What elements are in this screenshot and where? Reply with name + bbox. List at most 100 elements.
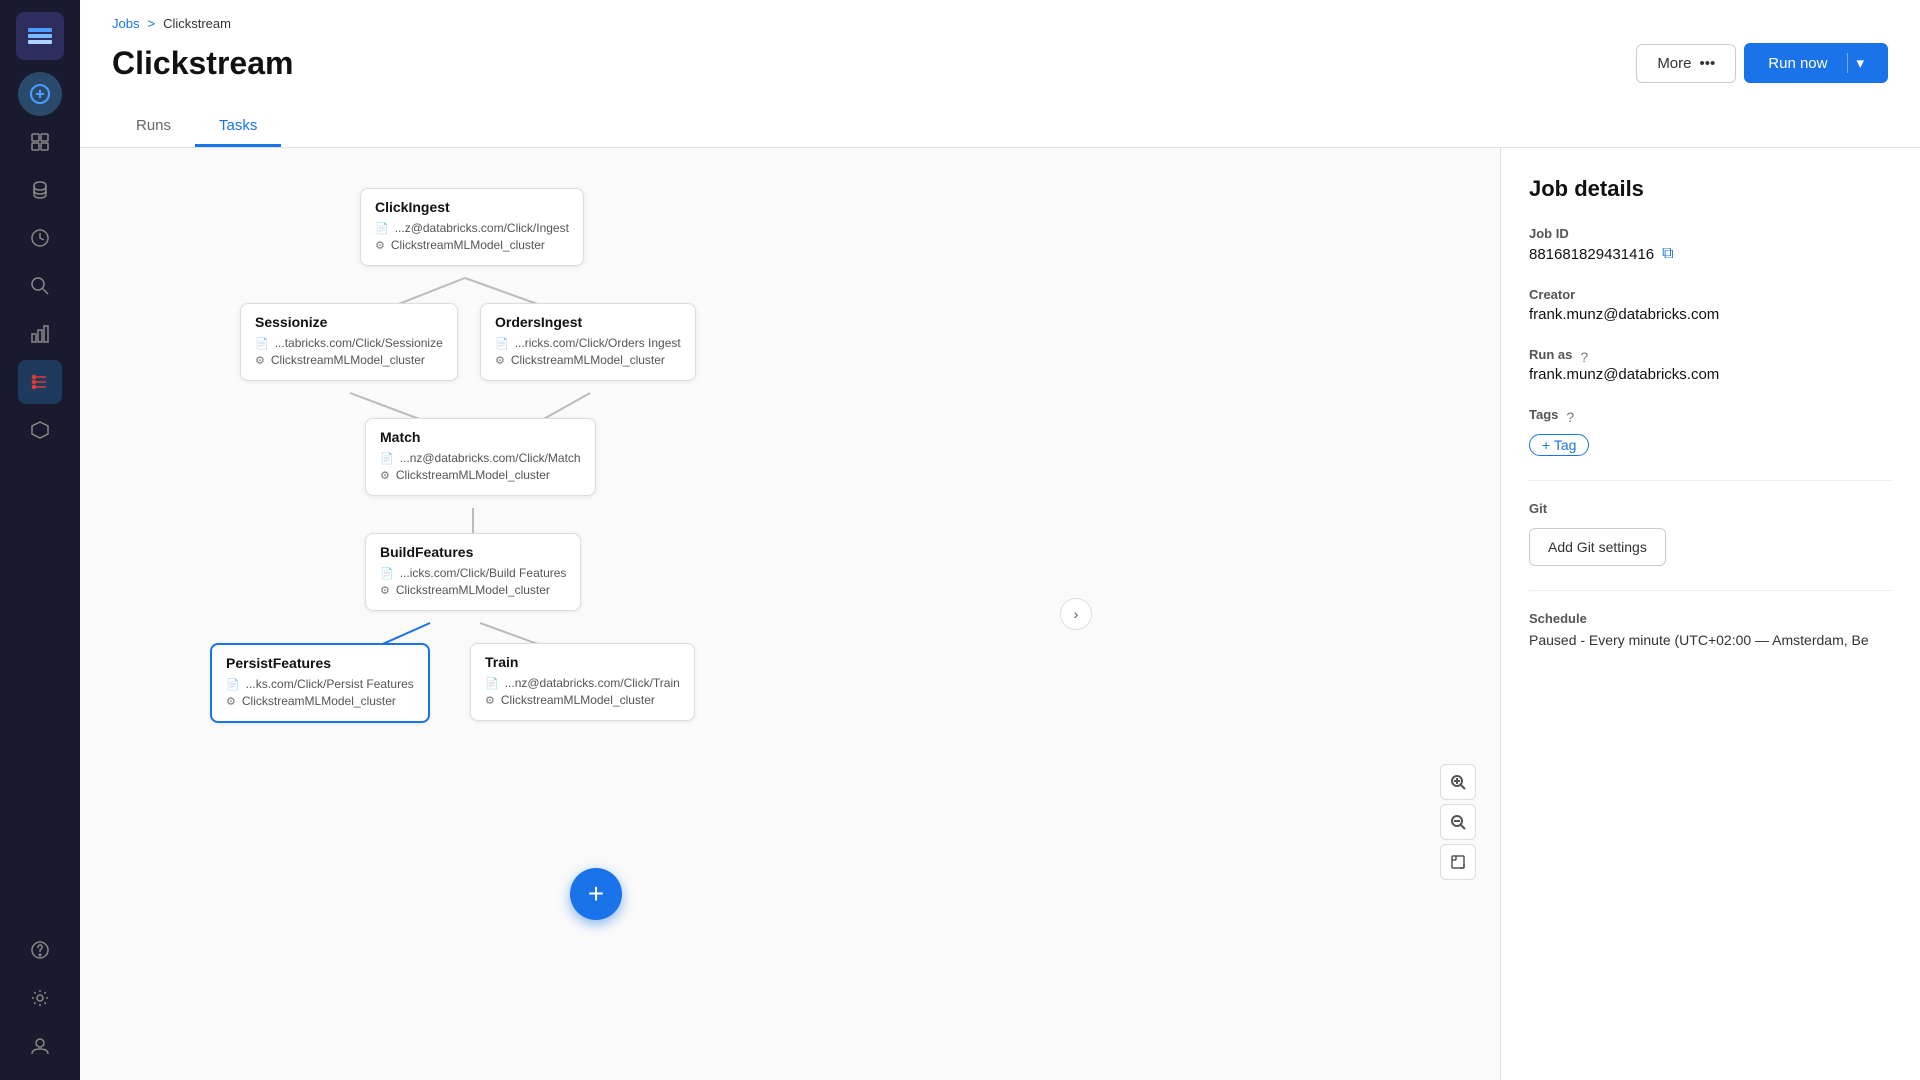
creator-value: frank.munz@databricks.com — [1529, 306, 1892, 323]
sidebar-item-compute[interactable] — [18, 408, 62, 452]
add-tag-button[interactable]: + Tag — [1529, 434, 1589, 456]
header: Jobs > Clickstream Clickstream More ••• … — [80, 0, 1920, 148]
sidebar: ▾ — [0, 0, 80, 1080]
task-notebook-match: 📄 ...nz@databricks.com/Click/Match — [380, 451, 581, 465]
sidebar-item-workflows[interactable] — [18, 360, 62, 404]
tab-tasks[interactable]: Tasks — [195, 107, 281, 147]
run-now-divider — [1847, 53, 1848, 73]
task-node-ordersingest[interactable]: OrdersIngest 📄 ...ricks.com/Click/Orders… — [480, 303, 696, 381]
sidebar-item-help[interactable] — [18, 928, 62, 972]
cluster-icon-5: ⚙ — [380, 584, 390, 597]
task-node-clickingest[interactable]: ClickIngest 📄 ...z@databricks.com/Click/… — [360, 188, 584, 266]
add-git-settings-button[interactable]: Add Git settings — [1529, 528, 1666, 566]
more-button[interactable]: More ••• — [1636, 44, 1736, 83]
task-cluster-ordersingest: ⚙ ClickstreamMLModel_cluster — [495, 353, 681, 367]
sidebar-item-add[interactable] — [18, 72, 62, 116]
task-node-train[interactable]: Train 📄 ...nz@databricks.com/Click/Train… — [470, 643, 695, 721]
job-id-value-row: 881681829431416 ⧉ — [1529, 245, 1892, 263]
task-cluster-sessionize: ⚙ ClickstreamMLModel_cluster — [255, 353, 443, 367]
cluster-icon-7: ⚙ — [485, 694, 495, 707]
task-notebook-train: 📄 ...nz@databricks.com/Click/Train — [485, 676, 680, 690]
notebook-icon: 📄 — [375, 222, 389, 235]
zoom-controls — [1440, 764, 1476, 880]
task-title-clickingest: ClickIngest — [375, 199, 569, 215]
task-notebook-sessionize: 📄 ...tabricks.com/Click/Sessionize — [255, 336, 443, 350]
cluster-icon-6: ⚙ — [226, 695, 236, 708]
task-title-ordersingest: OrdersIngest — [495, 314, 681, 330]
task-cluster-clickingest: ⚙ ClickstreamMLModel_cluster — [375, 238, 569, 252]
sidebar-item-analytics[interactable] — [18, 312, 62, 356]
divider-1 — [1529, 480, 1892, 481]
sidebar-item-data[interactable] — [18, 168, 62, 212]
sidebar-item-settings[interactable] — [18, 976, 62, 1020]
breadcrumb-jobs[interactable]: Jobs — [112, 16, 139, 31]
task-title-train: Train — [485, 654, 680, 670]
task-connections — [80, 148, 1500, 1080]
run-now-caret[interactable]: ▾ — [1852, 54, 1868, 72]
tab-runs[interactable]: Runs — [112, 107, 195, 147]
panel-title: Job details — [1529, 176, 1892, 202]
sidebar-item-dashboard[interactable] — [18, 120, 62, 164]
tags-label: Tags — [1529, 407, 1558, 422]
task-node-sessionize[interactable]: Sessionize 📄 ...tabricks.com/Click/Sessi… — [240, 303, 458, 381]
job-id-label: Job ID — [1529, 226, 1892, 241]
breadcrumb: Jobs > Clickstream — [112, 16, 1888, 31]
main-content: Jobs > Clickstream Clickstream More ••• … — [80, 0, 1920, 1080]
creator-section: Creator frank.munz@databricks.com — [1529, 287, 1892, 323]
cluster-icon-2: ⚙ — [255, 354, 265, 367]
collapse-panel-button[interactable]: › — [1060, 598, 1092, 630]
notebook-icon-4: 📄 — [380, 452, 394, 465]
sidebar-item-search[interactable] — [18, 264, 62, 308]
creator-label: Creator — [1529, 287, 1892, 302]
schedule-value: Paused - Every minute (UTC+02:00 — Amste… — [1529, 632, 1892, 648]
task-title-sessionize: Sessionize — [255, 314, 443, 330]
job-id-section: Job ID 881681829431416 ⧉ — [1529, 226, 1892, 263]
more-label: More — [1657, 55, 1691, 72]
schedule-label: Schedule — [1529, 611, 1892, 626]
sidebar-item-user[interactable] — [18, 1024, 62, 1068]
task-title-buildfeatures: BuildFeatures — [380, 544, 566, 560]
more-icon: ••• — [1700, 55, 1716, 72]
cluster-icon-4: ⚙ — [380, 469, 390, 482]
task-title-persistfeatures: PersistFeatures — [226, 655, 414, 671]
tags-help-icon[interactable]: ? — [1566, 409, 1574, 425]
add-task-button[interactable]: + — [570, 868, 622, 920]
task-notebook-buildfeatures: 📄 ...icks.com/Click/Build Features — [380, 566, 566, 580]
content: › ClickIngest 📄 — [80, 148, 1920, 1080]
task-cluster-match: ⚙ ClickstreamMLModel_cluster — [380, 468, 581, 482]
tags-section: Tags ? + Tag — [1529, 407, 1892, 456]
task-notebook-ordersingest: 📄 ...ricks.com/Click/Orders Ingest — [495, 336, 681, 350]
schedule-section: Schedule Paused - Every minute (UTC+02:0… — [1529, 611, 1892, 648]
divider-2 — [1529, 590, 1892, 591]
task-notebook-persistfeatures: 📄 ...ks.com/Click/Persist Features — [226, 677, 414, 691]
page-title: Clickstream — [112, 45, 293, 82]
task-cluster-persistfeatures: ⚙ ClickstreamMLModel_cluster — [226, 694, 414, 708]
task-cluster-buildfeatures: ⚙ ClickstreamMLModel_cluster — [380, 583, 566, 597]
sidebar-logo[interactable]: ▾ — [16, 12, 64, 60]
task-node-match[interactable]: Match 📄 ...nz@databricks.com/Click/Match… — [365, 418, 596, 496]
task-node-buildfeatures[interactable]: BuildFeatures 📄 ...icks.com/Click/Build … — [365, 533, 581, 611]
breadcrumb-separator: > — [147, 16, 155, 31]
run-as-section: Run as ? frank.munz@databricks.com — [1529, 347, 1892, 383]
task-cluster-train: ⚙ ClickstreamMLModel_cluster — [485, 693, 680, 707]
fit-view-button[interactable] — [1440, 844, 1476, 880]
git-section: Git Add Git settings — [1529, 501, 1892, 566]
notebook-icon-7: 📄 — [485, 677, 499, 690]
job-id-value: 881681829431416 — [1529, 246, 1654, 263]
header-actions: More ••• Run now ▾ — [1636, 43, 1888, 83]
notebook-icon-6: 📄 — [226, 678, 240, 691]
copy-job-id-button[interactable]: ⧉ — [1662, 245, 1673, 263]
task-area: › ClickIngest 📄 — [80, 148, 1500, 1080]
zoom-out-button[interactable] — [1440, 804, 1476, 840]
notebook-icon-5: 📄 — [380, 567, 394, 580]
zoom-in-button[interactable] — [1440, 764, 1476, 800]
sidebar-item-history[interactable] — [18, 216, 62, 260]
run-now-label: Run now — [1764, 55, 1843, 72]
run-now-button[interactable]: Run now ▾ — [1744, 43, 1888, 83]
task-notebook-clickingest: 📄 ...z@databricks.com/Click/Ingest — [375, 221, 569, 235]
run-as-help-icon[interactable]: ? — [1580, 349, 1588, 365]
cluster-icon: ⚙ — [375, 239, 385, 252]
task-node-persistfeatures[interactable]: PersistFeatures 📄 ...ks.com/Click/Persis… — [210, 643, 430, 723]
run-as-value: frank.munz@databricks.com — [1529, 366, 1892, 383]
breadcrumb-current: Clickstream — [163, 16, 231, 31]
